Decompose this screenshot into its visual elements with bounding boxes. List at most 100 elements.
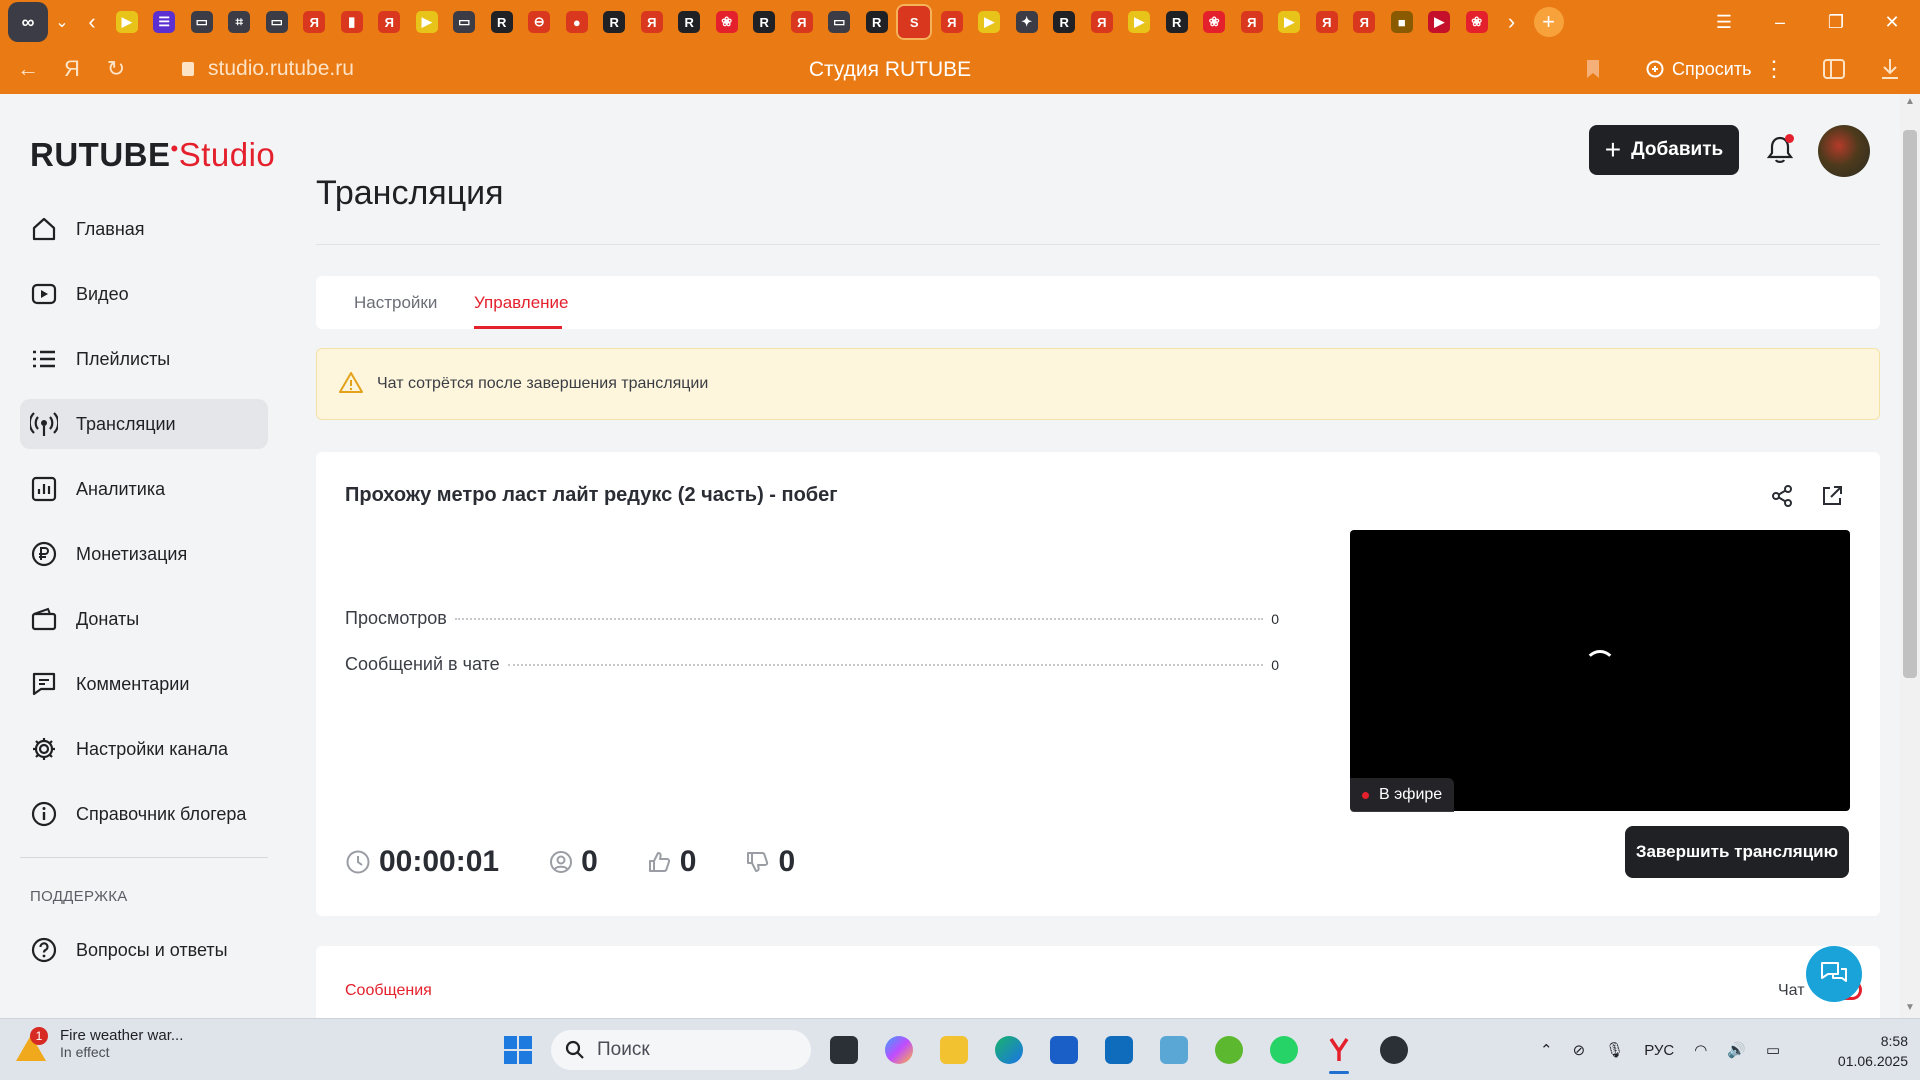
bookmark-icon[interactable] (1571, 44, 1615, 94)
sidebar-item-faq[interactable]: Вопросы и ответы (20, 925, 268, 975)
browser-tab[interactable]: ▭ (446, 0, 484, 44)
maximize-button[interactable]: ❐ (1808, 0, 1864, 44)
browser-tab[interactable]: ▶ (1421, 0, 1459, 44)
weather-widget[interactable]: 1 Fire weather war... In effect (16, 1026, 183, 1061)
browser-tab[interactable]: ❀ (1458, 0, 1496, 44)
sidebar-item-video[interactable]: Видео (20, 269, 268, 319)
browser-tab[interactable]: R (671, 0, 709, 44)
browser-tab[interactable]: S (896, 0, 934, 44)
wifi-icon[interactable]: ◠ (1694, 1041, 1707, 1059)
task-view-icon[interactable] (822, 1028, 866, 1072)
browser-tab[interactable]: R (596, 0, 634, 44)
browser-tab[interactable]: ❀ (708, 0, 746, 44)
tabs-scroll-right-icon[interactable]: › (1496, 9, 1528, 35)
scroll-up-arrow-icon[interactable]: ▲ (1902, 96, 1918, 110)
sidebar-item-broadcasts[interactable]: Трансляции (20, 399, 268, 449)
downloads-icon[interactable] (1868, 44, 1912, 94)
browser-tab[interactable]: ☰ (146, 0, 184, 44)
control-panel-icon[interactable] (1152, 1028, 1196, 1072)
side-panel-icon[interactable] (1812, 44, 1856, 94)
stream-preview-player[interactable]: В эфире (1350, 530, 1850, 812)
sidebar-item-donations[interactable]: Донаты (20, 594, 268, 644)
ask-alice-button[interactable]: Спросить (1632, 52, 1765, 86)
browser-tab[interactable]: R (746, 0, 784, 44)
support-chat-button[interactable] (1806, 946, 1862, 1002)
browser-tab[interactable]: Я (1346, 0, 1384, 44)
browser-tab[interactable]: ▭ (183, 0, 221, 44)
edge-browser-icon[interactable] (987, 1028, 1031, 1072)
browser-tab[interactable]: ▮ (333, 0, 371, 44)
browser-tab[interactable]: R (1158, 0, 1196, 44)
sidebar-item-analytics[interactable]: Аналитика (20, 464, 268, 514)
copilot-icon[interactable] (877, 1028, 921, 1072)
windows-start-icon[interactable] (496, 1028, 540, 1072)
file-explorer-icon[interactable] (932, 1028, 976, 1072)
tab-management[interactable]: Управление (474, 276, 569, 329)
browser-tab[interactable]: R (1046, 0, 1084, 44)
browser-tab[interactable]: ❀ (1196, 0, 1234, 44)
sidebar-item-channel-settings[interactable]: Настройки канала (20, 724, 268, 774)
browser-tab[interactable]: ▶ (1121, 0, 1159, 44)
browser-tab[interactable]: ▭ (821, 0, 859, 44)
yandex-browser-icon[interactable] (1317, 1028, 1361, 1074)
add-button[interactable]: + Добавить (1589, 125, 1739, 175)
avatar[interactable] (1818, 125, 1870, 177)
share-icon[interactable] (1770, 484, 1794, 513)
browser-tab[interactable]: ■ (1383, 0, 1421, 44)
browser-tab[interactable]: Я (933, 0, 971, 44)
language-indicator[interactable]: РУС (1644, 1042, 1674, 1059)
tab-favicon-icon: ▭ (828, 11, 851, 33)
game-app-icon[interactable] (1372, 1028, 1416, 1072)
sidebar-item-playlists[interactable]: Плейлисты (20, 334, 268, 384)
browser-tab[interactable]: Я (633, 0, 671, 44)
more-menu-icon[interactable]: ⋮ (1752, 44, 1796, 94)
new-tab-button[interactable]: + (1533, 7, 1564, 37)
sidebar-item-blogger-guide[interactable]: Справочник блогера (20, 789, 268, 839)
tabs-scroll-left-icon[interactable]: ‹ (76, 9, 108, 35)
tray-expand-icon[interactable]: ⌃ (1540, 1041, 1553, 1059)
browser-tab[interactable]: ▶ (1271, 0, 1309, 44)
browser-tab[interactable]: ✦ (1008, 0, 1046, 44)
browser-tab[interactable]: Я (1233, 0, 1271, 44)
rutube-studio-logo[interactable]: RUTUBE•Studio (30, 136, 275, 174)
notifications-bell-icon[interactable] (1762, 132, 1798, 168)
browser-tab[interactable]: Я (1083, 0, 1121, 44)
tabs-dropdown-icon[interactable]: ⌄ (48, 12, 76, 32)
browser-menu-icon[interactable]: ☰ (1696, 0, 1752, 44)
browser-tab[interactable]: ● (558, 0, 596, 44)
tab-settings[interactable]: Настройки (354, 276, 437, 329)
network-off-icon[interactable]: ⊘ (1573, 1041, 1586, 1059)
browser-tab[interactable]: ⊖ (521, 0, 559, 44)
sidebar-item-monetization[interactable]: Монетизация (20, 529, 268, 579)
browser-tab[interactable]: ▶ (408, 0, 446, 44)
browser-tab[interactable]: Я (296, 0, 334, 44)
sidebar-item-home[interactable]: Главная (20, 204, 268, 254)
browser-tab[interactable]: Я (783, 0, 821, 44)
browser-tab[interactable]: ⌗ (221, 0, 259, 44)
utorrent-icon[interactable] (1207, 1028, 1251, 1072)
taskbar-clock[interactable]: 8:58 01.06.2025 (1820, 1031, 1908, 1071)
browser-tab[interactable]: ▶ (971, 0, 1009, 44)
tab-groups-button[interactable]: ∞ (8, 2, 48, 42)
browser-tab[interactable]: R (483, 0, 521, 44)
minimize-button[interactable]: – (1752, 0, 1808, 44)
scrollbar-thumb[interactable] (1903, 130, 1917, 678)
browser-tab[interactable]: ▶ (108, 0, 146, 44)
outlook-icon[interactable] (1097, 1028, 1141, 1072)
battery-icon[interactable]: ▭ (1766, 1041, 1780, 1059)
microsoft-store-icon[interactable] (1042, 1028, 1086, 1072)
sidebar-item-comments[interactable]: Комментарии (20, 659, 268, 709)
microphone-icon[interactable]: 🎙 (1605, 1041, 1624, 1059)
browser-tab[interactable]: Я (371, 0, 409, 44)
views-label: Просмотров (345, 608, 447, 628)
taskbar-search[interactable]: Поиск (551, 1030, 811, 1070)
end-stream-button[interactable]: Завершить трансляцию (1625, 826, 1849, 878)
close-window-button[interactable]: ✕ (1864, 0, 1920, 44)
scroll-down-arrow-icon[interactable]: ▼ (1902, 1002, 1918, 1016)
open-external-icon[interactable] (1820, 484, 1844, 513)
whatsapp-icon[interactable] (1262, 1028, 1306, 1072)
browser-tab[interactable]: ▭ (258, 0, 296, 44)
volume-icon[interactable]: 🔊 (1727, 1041, 1746, 1059)
browser-tab[interactable]: R (858, 0, 896, 44)
browser-tab[interactable]: Я (1308, 0, 1346, 44)
